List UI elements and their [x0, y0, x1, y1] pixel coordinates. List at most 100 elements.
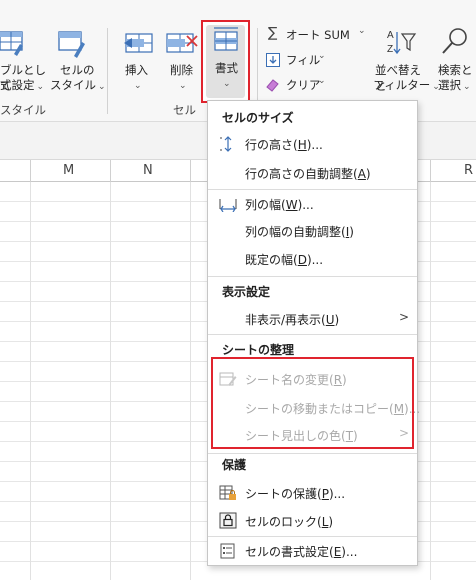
format-dropdown-menu: セルのサイズ 行の高さ(H)... 行の高さの自動調整(A) 列の幅(W)...… — [207, 100, 420, 566]
column-header-r[interactable]: R — [464, 163, 473, 178]
lock-icon — [219, 512, 237, 529]
delete-label: 削除 — [170, 63, 193, 77]
section-organize-sheets: シートの整理 — [222, 343, 295, 357]
menu-item-format-cells[interactable]: セルの書式設定(E)... — [208, 538, 417, 564]
insert-cells-icon — [124, 33, 153, 53]
hide-unhide-label: 非表示/再表示( — [245, 313, 326, 327]
clear-button[interactable]: クリア ⌄ — [266, 76, 336, 94]
hide-unhide-shortcut: U — [325, 313, 335, 327]
grid-line — [30, 182, 31, 580]
menu-item-column-width[interactable]: 列の幅(W)... — [208, 191, 417, 217]
find-select-button[interactable]: 検索と 選択 ⌄ — [436, 24, 476, 94]
format-cells-label: セルの書式設定( — [245, 545, 334, 559]
insert-button[interactable]: 挿入 ⌄ — [118, 24, 158, 94]
autofit-row-tail: ) — [365, 167, 371, 181]
row-height-shortcut: H — [297, 138, 307, 152]
section-protection: 保護 — [222, 458, 247, 472]
find-select-label-2: 選択 — [438, 78, 461, 92]
cell-styles-button[interactable]: セルの スタイル ⌄ — [50, 24, 106, 94]
autosum-label: オート SUM — [286, 28, 350, 42]
default-width-label: 既定の幅( — [245, 253, 298, 267]
sort-filter-label-2: フィルター — [373, 78, 431, 92]
protect-sheet-shortcut: P — [321, 487, 329, 501]
autofit-column-label: 列の幅の自動調整( — [245, 225, 346, 239]
lock-cell-tail: ) — [328, 515, 334, 529]
delete-cells-icon — [166, 33, 198, 53]
menu-item-protect-sheet[interactable]: シートの保護(P)... — [208, 480, 417, 506]
menu-item-autofit-column[interactable]: 列の幅の自動調整(I) — [208, 218, 417, 244]
svg-text:A: A — [387, 30, 394, 41]
autofit-column-tail: ) — [349, 225, 354, 239]
insert-label: 挿入 — [125, 63, 148, 77]
search-icon — [442, 28, 467, 54]
eraser-icon — [266, 79, 279, 92]
column-width-icon — [219, 199, 237, 212]
menu-item-default-width[interactable]: 既定の幅(D)... — [208, 246, 417, 272]
default-width-tail: )... — [306, 253, 324, 267]
clear-label: クリア — [286, 78, 321, 92]
chevron-down-icon: ⌄ — [223, 79, 231, 89]
format-cells-dialog-icon — [220, 543, 235, 559]
fill-button[interactable]: フィル ⌄ — [266, 51, 336, 69]
highlight-frame — [211, 357, 414, 449]
sort-filter-button[interactable]: A Z 並べ替えと フィルター ⌄ — [373, 24, 440, 94]
menu-item-hide-unhide[interactable]: 非表示/再表示(U) > — [208, 306, 417, 332]
column-header-m[interactable]: M — [63, 163, 74, 178]
protect-sheet-tail: )... — [328, 487, 346, 501]
format-cells-tail: )... — [341, 545, 358, 559]
row-height-label: 行の高さ( — [245, 138, 298, 152]
chevron-down-icon: ⌄ — [179, 81, 187, 91]
column-header-n[interactable]: N — [143, 163, 153, 178]
menu-divider — [208, 536, 417, 537]
chevron-down-icon: ⌄ — [463, 82, 471, 92]
menu-divider — [208, 276, 417, 277]
cell-styles-label-2: スタイル — [50, 78, 96, 92]
menu-item-autofit-row[interactable]: 行の高さの自動調整(A) — [208, 160, 417, 186]
delete-button[interactable]: 削除 ⌄ — [163, 24, 201, 94]
grid-line — [430, 182, 431, 580]
cell-styles-label-1: セルの — [60, 63, 95, 77]
row-height-icon — [220, 136, 232, 152]
format-as-table-label-2: 式設定 — [0, 78, 35, 92]
format-label: 書式 — [215, 61, 238, 75]
chevron-down-icon: ⌄ — [98, 82, 106, 92]
chevron-down-icon: ⌄ — [36, 82, 45, 92]
format-as-table-button[interactable]: ブルとして 式設定 ⌄ — [0, 24, 46, 94]
chevron-down-icon: ⌄ — [318, 51, 326, 61]
find-select-label-1: 検索と — [438, 63, 473, 77]
chevron-down-icon: ⌄ — [134, 81, 142, 91]
format-button[interactable]: 書式 ⌄ — [201, 20, 250, 103]
svg-text:Z: Z — [387, 44, 393, 55]
column-divider — [190, 160, 191, 182]
format-cells-icon — [214, 27, 238, 51]
styles-group-label: スタイル — [0, 103, 46, 117]
sort-filter-icon: A Z — [387, 30, 417, 55]
sigma-icon: ∑ — [268, 25, 278, 41]
table-format-icon — [0, 31, 23, 56]
column-width-shortcut: W — [285, 198, 298, 212]
row-height-tail: )... — [306, 138, 323, 152]
protect-sheet-icon — [219, 485, 236, 500]
autofit-row-label: 行の高さの自動調整( — [245, 167, 358, 181]
fill-down-icon — [266, 53, 280, 67]
column-width-label: 列の幅( — [245, 198, 286, 212]
section-cell-size: セルのサイズ — [222, 111, 294, 125]
column-divider — [30, 160, 31, 182]
menu-item-lock-cell[interactable]: セルのロック(L) — [208, 508, 417, 534]
menu-divider — [208, 334, 417, 335]
chevron-down-icon: ⌄ — [358, 26, 366, 36]
autosum-button[interactable]: ∑ オート SUM ⌄ — [266, 25, 366, 44]
autofit-row-shortcut: A — [357, 167, 366, 181]
grid-line — [190, 182, 191, 580]
column-divider — [110, 160, 111, 182]
fill-label: フィル — [286, 53, 321, 67]
protect-sheet-label: シートの保護( — [245, 487, 322, 501]
menu-divider — [208, 453, 417, 454]
grid-line — [110, 182, 111, 580]
chevron-right-icon: > — [398, 310, 409, 324]
cells-group-label: セル — [173, 103, 196, 117]
lock-cell-label: セルのロック( — [245, 515, 322, 529]
cell-styles-icon — [58, 31, 85, 58]
menu-item-row-height[interactable]: 行の高さ(H)... — [208, 131, 417, 157]
chevron-down-icon: ⌄ — [318, 76, 326, 86]
